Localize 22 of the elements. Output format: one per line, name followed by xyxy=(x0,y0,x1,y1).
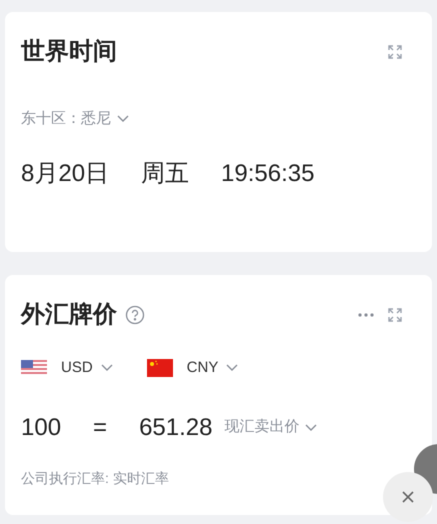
help-icon[interactable] xyxy=(125,305,145,325)
expand-icon[interactable] xyxy=(388,45,402,59)
expand-icon[interactable] xyxy=(388,308,402,322)
equals-text: = xyxy=(93,412,108,442)
currency-dropdown[interactable]: CNY xyxy=(146,357,238,380)
chevron-down-icon xyxy=(100,364,113,372)
weekday-text: 周五 xyxy=(141,158,190,188)
flag-icon xyxy=(21,360,47,376)
time-text: 19:56:35 xyxy=(221,158,314,188)
currency-dropdown[interactable]: USD xyxy=(21,357,113,380)
card-title: 世界时间 xyxy=(21,37,117,67)
more-icon[interactable] xyxy=(358,313,374,317)
date-text: 8月20日 xyxy=(21,158,110,188)
chevron-down-icon xyxy=(226,364,238,372)
chevron-down-icon xyxy=(117,115,129,124)
close-icon xyxy=(402,491,414,503)
chevron-down-icon xyxy=(305,424,318,432)
amount-text: 100 xyxy=(21,412,62,442)
card-title: 外汇牌价 xyxy=(21,300,117,330)
rate-note: 公司执行汇率: 实时汇率 xyxy=(21,468,170,488)
result-text: 651.28 xyxy=(139,412,212,442)
flag-icon xyxy=(146,359,173,378)
